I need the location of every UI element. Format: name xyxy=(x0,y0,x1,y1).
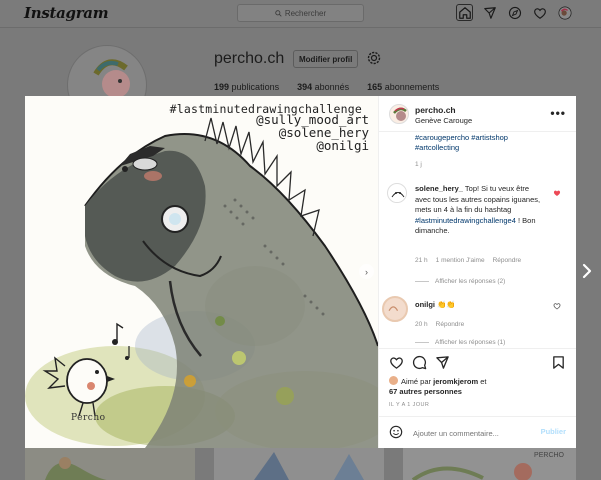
search-placeholder: Rechercher xyxy=(284,8,327,18)
post-image[interactable]: #lastminutedrawingchallenge @sully_mood_… xyxy=(25,96,378,448)
heart-icon[interactable] xyxy=(531,4,548,21)
post-location[interactable]: Genève Carouge xyxy=(415,116,472,125)
profile-username: percho.ch xyxy=(214,50,285,67)
other-likers-link[interactable]: 67 autres personnes xyxy=(389,387,462,396)
post-sidebar: percho.ch Genève Carouge ••• #carougeper… xyxy=(378,96,576,448)
reply-button[interactable]: Répondre xyxy=(436,321,465,328)
post-timestamp: IL Y A 1 JOUR xyxy=(389,402,430,408)
posts-stat[interactable]: 199 publications xyxy=(214,82,279,92)
following-stat[interactable]: 165 abonnements xyxy=(367,82,439,92)
view-replies-button[interactable]: Afficher les réponses (1) xyxy=(415,339,505,346)
author-username[interactable]: percho.ch xyxy=(415,105,456,115)
liker-avatar[interactable] xyxy=(389,376,398,385)
profile-stats: 199 publications 394 abonnés 165 abonnem… xyxy=(214,82,439,92)
image-mention-text: @onilgi xyxy=(316,138,369,153)
chevron-right-icon: › xyxy=(365,266,368,277)
emoji-icon[interactable] xyxy=(389,425,403,439)
liker-username[interactable]: jeromkjerom xyxy=(433,377,478,386)
author-avatar[interactable] xyxy=(389,104,409,124)
comment-like-heart-icon[interactable] xyxy=(553,302,561,310)
next-post-arrow-icon[interactable] xyxy=(580,263,594,279)
caption-hashtags: #carougepercho #artistshop #artcollectin… xyxy=(415,133,565,153)
search-input[interactable]: Rechercher xyxy=(237,4,364,22)
comment-hashtag[interactable]: #lastminutedrawingchallenge4 xyxy=(415,216,516,225)
comment-like-heart-icon[interactable] xyxy=(553,189,561,197)
explore-icon[interactable] xyxy=(506,4,523,21)
followers-stat[interactable]: 394 abonnés xyxy=(297,82,349,92)
post-actions xyxy=(379,348,576,374)
comment-like-count[interactable]: 1 mention J'aime xyxy=(436,257,485,264)
comment-time: 20 h xyxy=(415,321,428,328)
top-navigation-bar: Instagram Rechercher xyxy=(0,0,601,28)
reply-button[interactable]: Répondre xyxy=(493,257,522,264)
edit-profile-button[interactable]: Modifier profil xyxy=(293,50,359,68)
commenter-avatar[interactable] xyxy=(382,296,408,322)
more-options-icon[interactable]: ••• xyxy=(550,106,566,120)
commenter-avatar[interactable] xyxy=(387,183,407,203)
view-replies-button[interactable]: Afficher les réponses (2) xyxy=(415,278,505,285)
comments-list[interactable]: #carougepercho #artistshop #artcollectin… xyxy=(379,133,576,347)
nav-icons xyxy=(456,4,573,21)
comment-meta: 20 h Répondre xyxy=(415,321,464,328)
comment-text: onilgi 👏👏 xyxy=(415,300,456,309)
carousel-next-button[interactable]: › xyxy=(359,264,374,279)
post-modal: #lastminutedrawingchallenge @sully_mood_… xyxy=(25,96,576,448)
publish-comment-button[interactable]: Publier xyxy=(541,427,566,436)
caption-hashtag-line[interactable]: #artcollecting xyxy=(415,143,459,152)
direct-icon[interactable] xyxy=(481,4,498,21)
post-header: percho.ch Genève Carouge ••• xyxy=(379,96,576,132)
like-heart-icon[interactable] xyxy=(389,355,404,370)
post-grid-row: PERCHO xyxy=(25,448,576,480)
home-icon[interactable] xyxy=(456,4,473,21)
share-icon[interactable] xyxy=(435,355,450,370)
comment-meta: 21 h 1 mention J'aime Répondre xyxy=(415,257,521,264)
comment-username[interactable]: onilgi xyxy=(415,300,435,309)
thumbnail-watermark: PERCHO xyxy=(534,452,564,459)
instagram-logo[interactable]: Instagram xyxy=(24,4,109,22)
add-comment-bar: Publier xyxy=(379,416,576,448)
divider xyxy=(415,281,429,282)
comment-text: solene_hery_ Top! Si tu veux être avec t… xyxy=(415,184,541,235)
caption-timestamp: 1 j xyxy=(415,161,422,168)
search-icon xyxy=(275,9,282,17)
divider xyxy=(415,342,429,343)
post-thumbnail[interactable]: PERCHO xyxy=(403,448,576,480)
caption-hashtag-line[interactable]: #carougepercho #artistshop xyxy=(415,133,508,142)
profile-avatar[interactable] xyxy=(556,4,573,21)
post-thumbnail[interactable] xyxy=(214,448,384,480)
comment-input[interactable] xyxy=(413,426,523,440)
artist-signature: Percho xyxy=(71,413,106,423)
post-thumbnail[interactable] xyxy=(25,448,195,480)
gear-icon[interactable] xyxy=(366,50,382,66)
likes-summary: Aimé par jeromkjerom et 67 autres person… xyxy=(389,376,487,396)
comment-icon[interactable] xyxy=(412,355,427,370)
save-bookmark-icon[interactable] xyxy=(551,355,566,370)
comment-time: 21 h xyxy=(415,257,428,264)
comment-username[interactable]: solene_hery_ xyxy=(415,184,463,193)
